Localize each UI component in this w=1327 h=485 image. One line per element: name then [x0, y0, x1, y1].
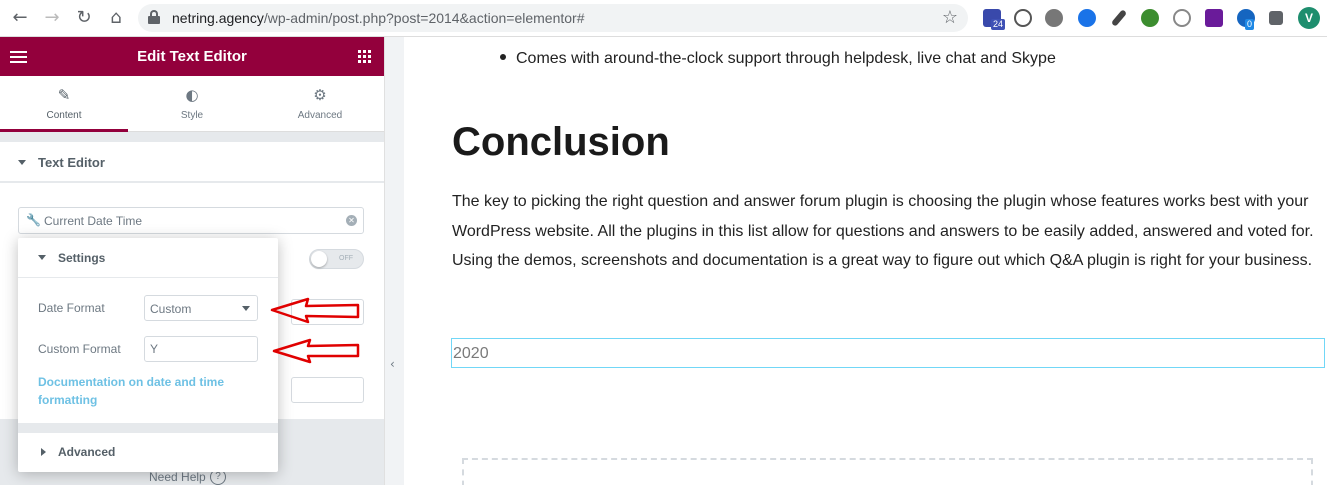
panel-tabs: ✎ Content ◐ Style ⚙ Advanced	[0, 76, 384, 132]
annotation-arrow-custom-format	[272, 338, 360, 364]
half-circle-icon: ◐	[185, 86, 199, 104]
custom-format-label: Custom Format	[38, 342, 121, 356]
extension-eyedropper-icon[interactable]	[1110, 9, 1128, 27]
paragraph[interactable]: The key to picking the right question an…	[452, 187, 1327, 276]
settings-title: Settings	[58, 251, 106, 265]
extension-badge: 24	[991, 19, 1006, 30]
browser-toolbar: ← → ↻ ⌂ netring.agency/wp-admin/post.php…	[0, 0, 1327, 37]
advanced-title: Advanced	[58, 445, 116, 459]
back-icon[interactable]: ←	[10, 8, 30, 28]
chevron-left-icon[interactable]: ‹	[390, 357, 395, 371]
empty-drop-zone[interactable]	[462, 458, 1313, 485]
hidden-number-field[interactable]	[291, 377, 364, 403]
dynamic-tag-field[interactable]: 🔧 Current Date Time ✕	[18, 207, 364, 234]
extension-chart-icon[interactable]	[1205, 9, 1223, 27]
panel-title: Edit Text Editor	[137, 48, 247, 65]
tab-advanced-label: Advanced	[297, 110, 343, 121]
annotation-arrow-date-format	[270, 297, 360, 324]
extension-globe-icon[interactable]	[1173, 9, 1191, 27]
advanced-section-header[interactable]: Advanced	[18, 433, 278, 472]
lock-icon	[148, 10, 160, 24]
extension-circle-icon[interactable]	[1014, 9, 1032, 27]
extensions-puzzle-icon[interactable]	[1269, 11, 1283, 25]
caret-right-icon	[41, 448, 46, 456]
settings-popover: Settings Date Format Custom Custom Forma…	[18, 238, 278, 472]
pencil-icon: ✎	[57, 86, 71, 104]
extension-badge-2: 0	[1245, 19, 1255, 30]
tab-advanced[interactable]: ⚙ Advanced	[256, 76, 384, 132]
custom-format-input[interactable]	[144, 336, 258, 362]
annotation-arrows	[270, 297, 360, 364]
list-item: Comes with around-the-clock support thro…	[500, 50, 1056, 68]
documentation-link[interactable]: Documentation on date and time formattin…	[38, 373, 238, 409]
wrench-icon: 🔧	[26, 213, 41, 227]
gear-icon: ⚙	[313, 86, 327, 104]
reload-icon[interactable]: ↻	[74, 8, 94, 28]
extension-graduation-icon[interactable]: 24	[983, 9, 1006, 30]
bullet-icon	[500, 53, 506, 60]
bookmark-star-icon[interactable]: ☆	[942, 7, 958, 28]
tab-content[interactable]: ✎ Content	[0, 76, 128, 132]
tab-style[interactable]: ◐ Style	[128, 76, 256, 132]
section-title: Text Editor	[38, 155, 105, 170]
toggle-label: OFF	[339, 255, 353, 262]
widgets-grid-icon[interactable]	[358, 50, 371, 63]
extension-leaf-icon[interactable]	[1141, 9, 1159, 27]
home-icon[interactable]: ⌂	[106, 8, 126, 28]
remove-tag-icon[interactable]: ✕	[346, 215, 357, 226]
heading-conclusion[interactable]: Conclusion	[452, 120, 670, 165]
tab-content-label: Content	[46, 110, 82, 121]
dynamic-tag-label[interactable]: Current Date Time	[44, 214, 142, 228]
caret-down-icon	[38, 255, 46, 260]
extension-ap-icon[interactable]: 0	[1237, 9, 1255, 30]
tab-style-label: Style	[180, 110, 204, 121]
settings-separator	[18, 423, 278, 433]
url-text[interactable]: netring.agency/wp-admin/post.php?post=20…	[172, 10, 585, 26]
chevron-down-icon	[242, 306, 250, 311]
date-widget[interactable]: 2020	[451, 338, 1325, 368]
date-format-label: Date Format	[38, 301, 105, 315]
date-format-select[interactable]: Custom	[144, 295, 258, 321]
section-text-editor-header[interactable]: Text Editor	[0, 142, 384, 182]
panel-header: Edit Text Editor	[0, 37, 384, 76]
extension-blue-icon[interactable]	[1078, 9, 1096, 27]
settings-header[interactable]: Settings	[18, 238, 278, 278]
toggle-switch[interactable]: OFF	[309, 249, 364, 269]
date-format-value: Custom	[150, 302, 192, 316]
extension-gear-icon[interactable]	[1045, 9, 1063, 27]
page-preview: Comes with around-the-clock support thro…	[404, 37, 1327, 485]
date-output: 2020	[453, 345, 489, 362]
forward-icon[interactable]: →	[42, 8, 62, 28]
caret-down-icon	[18, 160, 26, 165]
profile-avatar[interactable]: V	[1298, 7, 1320, 29]
panel-collapse-bar: ‹	[384, 37, 404, 485]
address-bar[interactable]: netring.agency/wp-admin/post.php?post=20…	[138, 4, 968, 32]
need-help-link[interactable]: Need Help	[149, 470, 206, 484]
